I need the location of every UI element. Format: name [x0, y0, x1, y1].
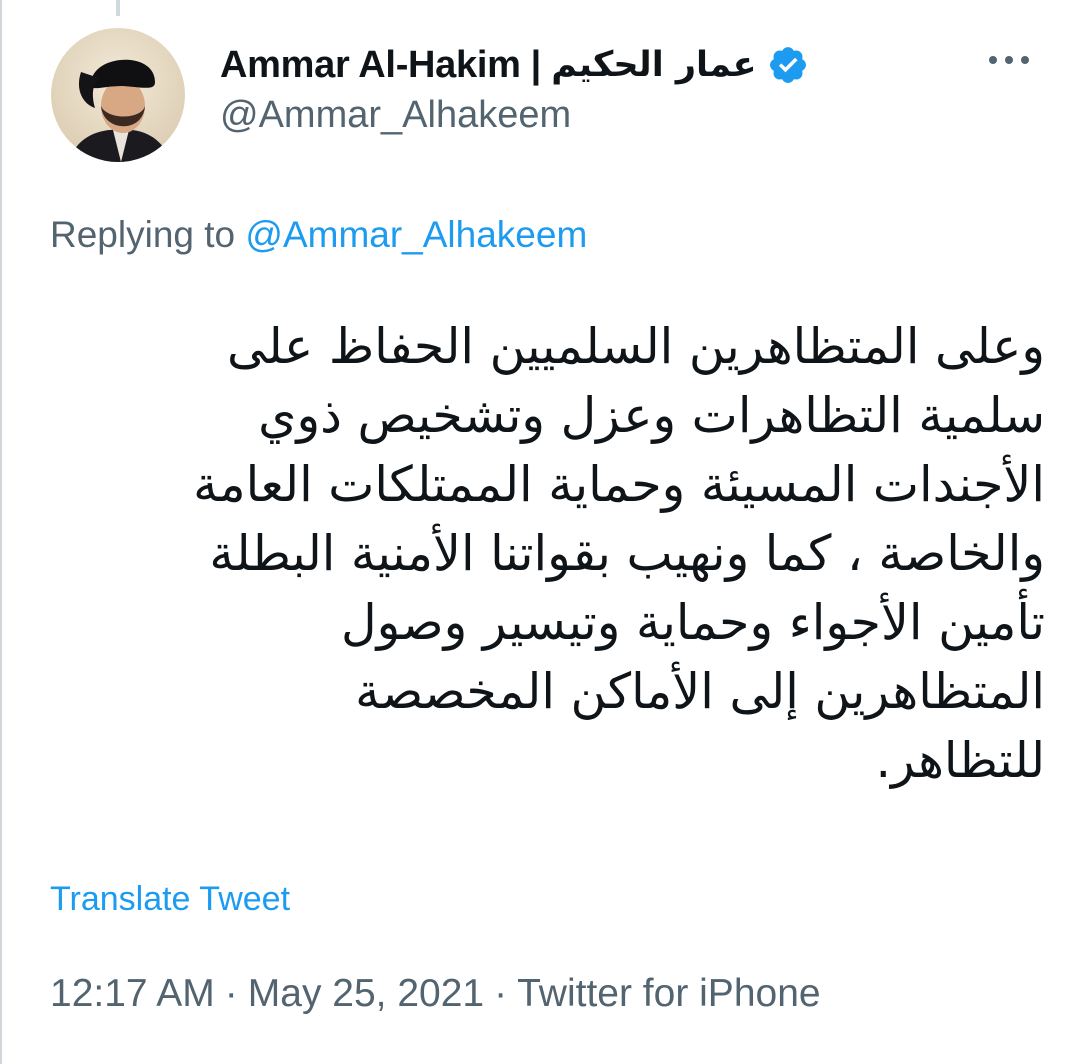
author-handle[interactable]: @Ammar_Alhakeem: [220, 94, 571, 137]
tweet-text-line: وعلى المتظاهرين السلميين الحفاظ على: [226, 318, 1045, 375]
more-options-icon[interactable]: [985, 40, 1033, 80]
replying-to: Replying to @Ammar_Alhakeem: [50, 214, 587, 256]
name-separator: |: [530, 43, 542, 86]
avatar[interactable]: [51, 28, 185, 162]
tweet-date[interactable]: May 25, 2021: [248, 972, 484, 1015]
tweet-text-line: والخاصة ، كما ونهيب بقواتنا الأمنية البط…: [209, 525, 1045, 582]
avatar-image: [51, 28, 185, 162]
thread-connector-line: [116, 0, 120, 16]
tweet-text: وعلى المتظاهرين السلميين الحفاظ على سلمي…: [60, 312, 1045, 795]
tweet-text-line: تأمين الأجواء وحماية وتيسير وصول: [341, 594, 1045, 651]
meta-separator: ·: [494, 972, 508, 1015]
tweet-text-line: المتظاهرين إلى الأماكن المخصصة: [355, 663, 1045, 720]
tweet-source[interactable]: Twitter for iPhone: [517, 972, 820, 1015]
verified-badge-icon: [769, 47, 806, 83]
replying-prefix: Replying to: [50, 214, 236, 255]
author-name-arabic: عمار الحكيم: [551, 45, 757, 85]
tweet-text-line: الأجندات المسيئة وحماية الممتلكات العامة: [193, 456, 1045, 513]
tweet-time[interactable]: 12:17 AM: [50, 972, 215, 1015]
meta-separator: ·: [224, 972, 238, 1015]
tweet-metadata: 12:17 AM · May 25, 2021 · Twitter for iPhone: [50, 972, 821, 1016]
left-edge-border: [0, 0, 2, 1064]
tweet-text-line: للتظاهر.: [875, 732, 1045, 789]
display-name[interactable]: Ammar Al-Hakim | عمار الحكيم: [220, 40, 809, 90]
tweet-text-line: سلمية التظاهرات وعزل وتشخيص ذوي: [258, 387, 1045, 444]
replying-mention-link[interactable]: @Ammar_Alhakeem: [245, 214, 587, 255]
author-name-english: Ammar Al-Hakim: [220, 43, 521, 86]
translate-tweet-link[interactable]: Translate Tweet: [50, 880, 290, 919]
